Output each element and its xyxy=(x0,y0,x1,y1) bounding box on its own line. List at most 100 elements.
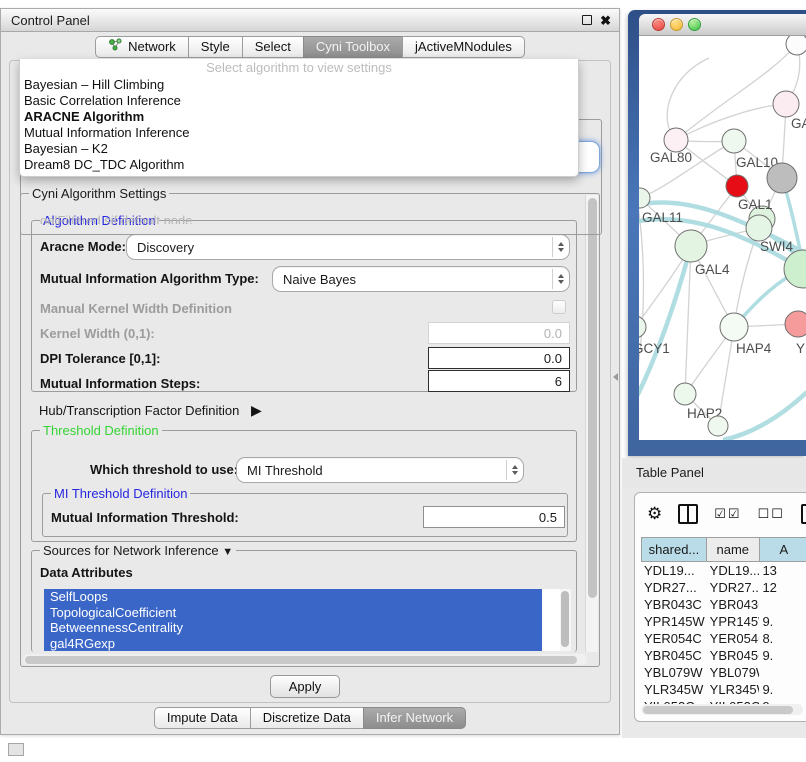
table-row[interactable]: YDL19...YDL19...13 xyxy=(641,562,806,579)
table-row[interactable]: YBL079WYBL079W xyxy=(641,664,806,681)
network-node[interactable] xyxy=(708,416,728,436)
algorithm-option[interactable]: Basic Correlation Inference xyxy=(20,93,578,109)
select-all-checkboxes-icon[interactable]: ☑☑ xyxy=(714,506,741,522)
hub-definition-expander[interactable]: Hub/Transcription Factor Definition ▶ xyxy=(39,402,262,418)
network-node-gal[interactable] xyxy=(773,91,799,117)
algorithm-option[interactable]: Bayesian – Hill Climbing xyxy=(20,77,578,93)
gear-icon[interactable]: ⚙ xyxy=(647,504,662,524)
scrollbar-thumb[interactable] xyxy=(25,656,577,664)
dpi-tolerance-input[interactable]: 0.0 xyxy=(428,347,570,369)
close-icon[interactable]: ✖ xyxy=(600,11,611,31)
table-cell[interactable]: 13 xyxy=(759,562,806,579)
network-node-gal10[interactable] xyxy=(722,129,746,153)
float-window-icon[interactable] xyxy=(582,15,592,25)
column-header-shared-[interactable]: shared... xyxy=(641,537,707,562)
table-cell[interactable]: YBL079W xyxy=(641,664,707,681)
table-cell[interactable]: 8. xyxy=(759,630,806,647)
tab-discretize-data[interactable]: Discretize Data xyxy=(250,707,364,729)
attributes-vertical-scrollbar[interactable] xyxy=(560,589,571,651)
table-cell[interactable]: 12 xyxy=(759,579,806,596)
table-cell[interactable]: 9. xyxy=(759,613,806,630)
network-node-gal80[interactable] xyxy=(664,128,688,152)
tab-network[interactable]: Network xyxy=(95,36,189,58)
tab-impute-data[interactable]: Impute Data xyxy=(154,707,251,729)
aracne-mode-select[interactable]: Discovery xyxy=(126,234,570,260)
column-header-name[interactable]: name xyxy=(707,537,760,562)
apply-button[interactable]: Apply xyxy=(270,675,340,698)
network-node-swi4[interactable] xyxy=(746,215,772,241)
table-row[interactable]: YBR043CYBR043C xyxy=(641,596,806,613)
network-node-gal4[interactable] xyxy=(675,230,707,262)
table-row[interactable]: YLR345WYLR345W9. xyxy=(641,681,806,698)
algorithm-option[interactable]: Bayesian – K2 xyxy=(20,141,578,157)
mac-zoom-button[interactable] xyxy=(688,18,701,31)
table-cell[interactable]: YDL19... xyxy=(641,562,707,579)
table-cell[interactable]: YBR045C xyxy=(641,647,707,664)
attribute-item[interactable]: gal4RGexp xyxy=(44,636,542,652)
algorithm-option[interactable]: Mutual Information Inference xyxy=(20,125,578,141)
table-row[interactable]: YER054CYER054C8. xyxy=(641,630,806,647)
table-cell[interactable]: YER054C xyxy=(707,630,760,647)
network-node-hap4[interactable] xyxy=(720,313,748,341)
table-row[interactable]: YBR045CYBR045C9. xyxy=(641,647,806,664)
document-icon[interactable] xyxy=(801,504,806,524)
scrollbar-thumb[interactable] xyxy=(643,706,793,714)
table-cell[interactable]: YDR27... xyxy=(707,579,760,596)
mac-close-button[interactable] xyxy=(652,18,665,31)
network-node[interactable] xyxy=(767,163,797,193)
network-node[interactable] xyxy=(786,36,806,55)
tab-infer-network[interactable]: Infer Network xyxy=(363,707,466,729)
settings-vertical-scrollbar[interactable] xyxy=(585,195,598,652)
mi-threshold-input[interactable]: 0.5 xyxy=(423,506,565,528)
network-node-gcy1[interactable] xyxy=(639,316,646,338)
table-cell[interactable] xyxy=(759,596,806,613)
network-node[interactable] xyxy=(726,175,748,197)
algorithm-option[interactable]: Dream8 DC_TDC Algorithm xyxy=(20,157,578,173)
kernel-width-input[interactable]: 0.0 xyxy=(428,322,570,344)
table-cell[interactable]: YBR043C xyxy=(641,596,707,613)
tab-style[interactable]: Style xyxy=(188,36,243,58)
table-cell[interactable] xyxy=(759,664,806,681)
sources-expander[interactable]: Sources for Network Inference ▼ xyxy=(40,543,236,558)
which-threshold-select[interactable]: MI Threshold xyxy=(236,457,524,483)
deselect-all-checkboxes-icon[interactable]: ☐☐ xyxy=(758,506,785,522)
table-cell[interactable]: YER054C xyxy=(641,630,707,647)
table-panel-header[interactable]: Table Panel xyxy=(622,458,806,488)
table-cell[interactable]: YBL079W xyxy=(707,664,760,681)
table-row[interactable]: YDR27...YDR27...12 xyxy=(641,579,806,596)
algorithm-option[interactable]: ARACNE Algorithm xyxy=(20,109,578,125)
table-cell[interactable]: YBR045C xyxy=(707,647,760,664)
control-panel-titlebar[interactable]: Control Panel ✖ xyxy=(1,9,619,32)
network-node-hap2[interactable] xyxy=(674,383,696,405)
tab-cyni-toolbox[interactable]: Cyni Toolbox xyxy=(303,36,403,58)
column-header-a[interactable]: A xyxy=(760,537,806,562)
table-cell[interactable]: YPR145W xyxy=(707,613,760,630)
network-node[interactable] xyxy=(784,250,806,288)
columns-icon[interactable] xyxy=(678,504,698,524)
scrollbar-thumb[interactable] xyxy=(561,591,569,647)
table-row[interactable]: YPR145WYPR145W9. xyxy=(641,613,806,630)
table-cell[interactable]: YLR345W xyxy=(707,681,760,698)
attribute-item[interactable]: SelfLoops xyxy=(44,589,542,605)
tab-select[interactable]: Select xyxy=(242,36,304,58)
mi-type-select[interactable]: Naive Bayes xyxy=(272,266,570,292)
attribute-item[interactable]: BetweennessCentrality xyxy=(44,620,542,636)
table-cell[interactable]: 9. xyxy=(759,647,806,664)
tab-jactivemnodules[interactable]: jActiveMNodules xyxy=(402,36,525,58)
attribute-item[interactable]: TopologicalCoefficient xyxy=(44,605,542,621)
minimized-panel-icon[interactable] xyxy=(8,743,24,756)
table-cell[interactable]: YDL19... xyxy=(707,562,760,579)
network-window-titlebar[interactable] xyxy=(639,14,806,36)
table-cell[interactable]: YBR043C xyxy=(707,596,760,613)
network-node-y[interactable] xyxy=(785,311,806,337)
network-canvas[interactable]: GALGAL80GAL10GAL11GAL1GAL4SWI4GCY1HAP4YH… xyxy=(639,36,806,440)
table-cell[interactable]: YPR145W xyxy=(641,613,707,630)
scrollbar-thumb[interactable] xyxy=(588,198,597,598)
table-cell[interactable]: YDR27... xyxy=(641,579,707,596)
settings-horizontal-scrollbar[interactable] xyxy=(23,654,587,665)
mac-minimize-button[interactable] xyxy=(670,18,683,31)
data-attributes-list[interactable]: SelfLoopsTopologicalCoefficientBetweenne… xyxy=(44,589,560,651)
manual-kernel-checkbox[interactable] xyxy=(552,300,566,314)
table-horizontal-scrollbar[interactable] xyxy=(641,704,803,715)
table-cell[interactable]: YLR345W xyxy=(641,681,707,698)
